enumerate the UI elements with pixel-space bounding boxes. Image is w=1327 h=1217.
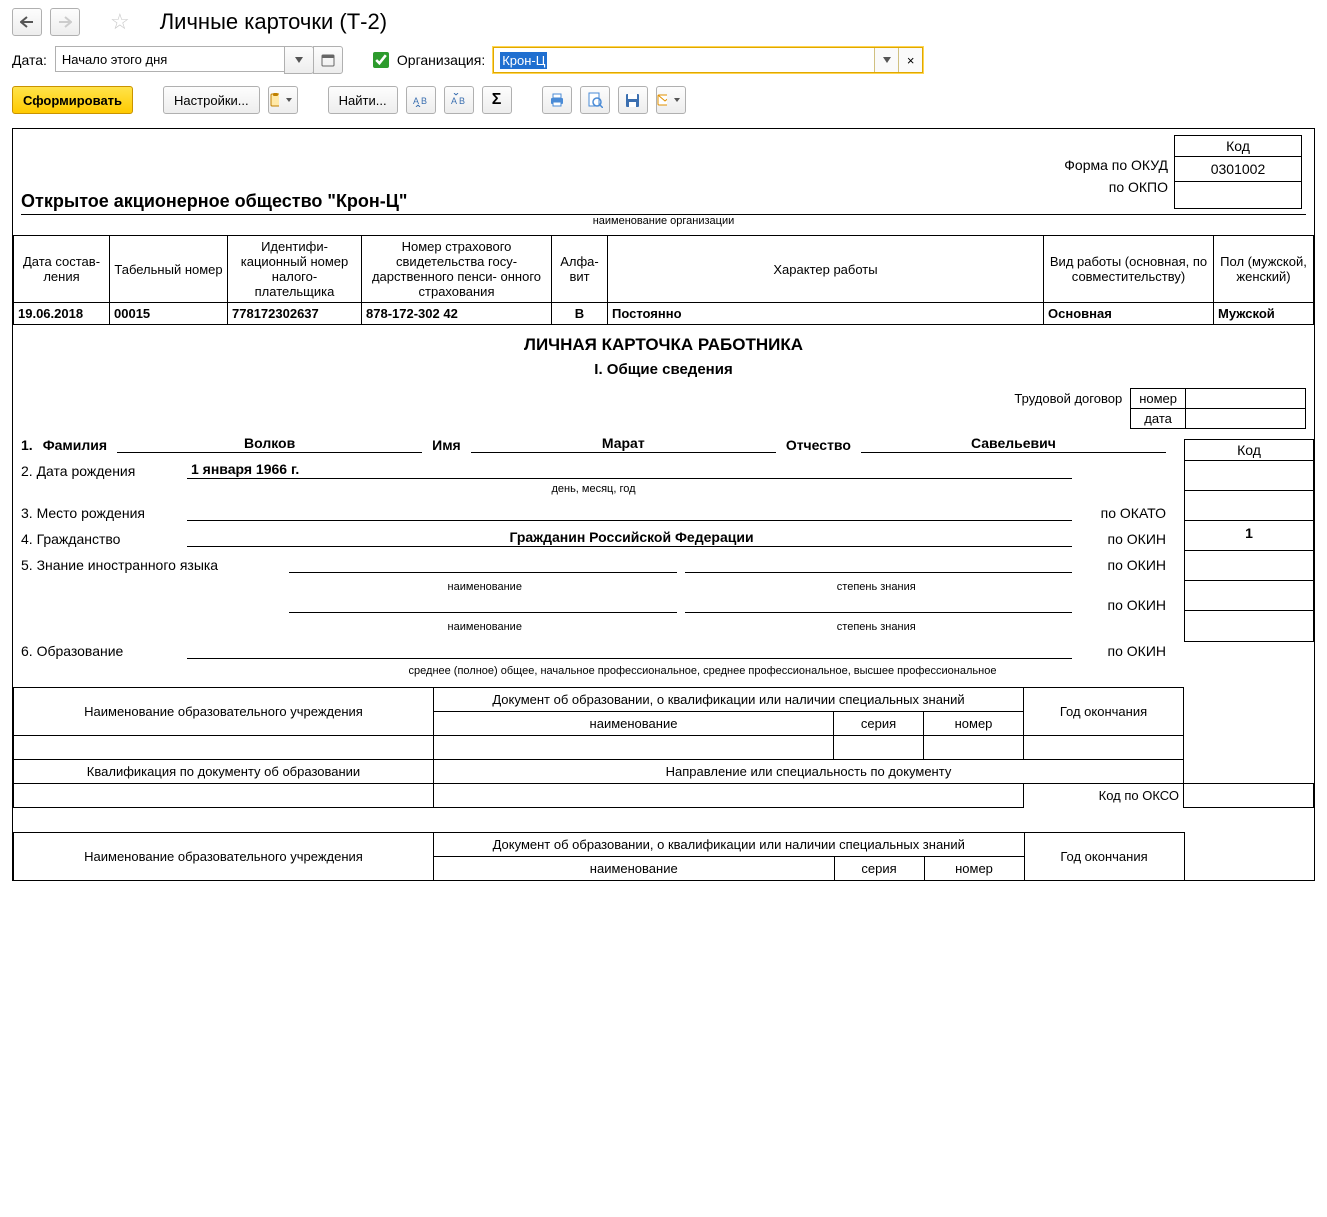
svg-text:B: B [421, 96, 427, 106]
expand-groups-button[interactable]: AB [444, 86, 474, 114]
forward-button[interactable] [50, 8, 80, 36]
contract-box: Трудовой договорномер дата [1006, 388, 1306, 429]
report-document: Открытое акционерное общество "Крон-Ц" Ф… [12, 128, 1315, 881]
date-input[interactable] [55, 46, 285, 72]
svg-text:A: A [413, 96, 419, 106]
generate-button[interactable]: Сформировать [12, 86, 133, 114]
date-select[interactable] [55, 46, 343, 74]
find-button[interactable]: Найти... [328, 86, 398, 114]
print-button[interactable] [542, 86, 572, 114]
favorite-icon[interactable]: ☆ [110, 9, 130, 35]
org-label: Организация: [397, 52, 485, 68]
code-header: Код [1175, 136, 1301, 157]
sum-button[interactable]: Σ [482, 86, 512, 114]
education-hint: среднее (полное) общее, начальное профес… [199, 665, 1206, 677]
okpo-label: по ОКПО [1064, 179, 1168, 195]
surname-label: Фамилия [43, 437, 107, 453]
education-table-2: Наименование образовательного учреждения… [13, 832, 1314, 881]
dob-label: 2. Дата рождения [21, 463, 179, 479]
patronymic-value: Савельевич [861, 435, 1166, 453]
dob-hint: день, месяц, год [21, 483, 1166, 495]
org-checkbox[interactable] [373, 52, 389, 68]
date-label: Дата: [12, 52, 47, 68]
org-full-name: Открытое акционерное общество "Крон-Ц" [21, 191, 1064, 212]
citizenship-label: 4. Гражданство [21, 531, 179, 547]
settings-button[interactable]: Настройки... [163, 86, 260, 114]
okin-citizenship-code: 1 [1185, 521, 1313, 551]
code-box: Код 0301002 [1174, 135, 1302, 209]
back-button[interactable] [12, 8, 42, 36]
okin-label-3: по ОКИН [1080, 597, 1166, 613]
send-button[interactable] [656, 86, 686, 114]
save-button[interactable] [618, 86, 648, 114]
summary-table: Дата состав- ленияТабельный номерИдентиф… [13, 235, 1314, 325]
okin-label-2: по ОКИН [1080, 557, 1166, 573]
code-side-box: Код 1 [1184, 439, 1314, 642]
section-title: I. Общие сведения [21, 361, 1306, 378]
okud-label: Форма по ОКУД [1064, 157, 1168, 173]
org-clear-button[interactable]: × [898, 48, 922, 72]
okpo-value [1175, 182, 1301, 208]
card-title: ЛИЧНАЯ КАРТОЧКА РАБОТНИКА [21, 335, 1306, 355]
birthplace-label: 3. Место рождения [21, 505, 179, 521]
date-dropdown-button[interactable] [284, 46, 314, 74]
surname-value: Волков [117, 435, 422, 453]
education-table-1: Наименование образовательного учреждения… [13, 687, 1314, 808]
education-label: 6. Образование [21, 643, 179, 659]
language-label: 5. Знание иностранного языка [21, 557, 281, 573]
org-hint: наименование организации [21, 215, 1306, 227]
name-label: Имя [432, 437, 461, 453]
preview-button[interactable] [580, 86, 610, 114]
org-select[interactable]: Крон-Ц × [493, 47, 923, 73]
okin-label-4: по ОКИН [1080, 643, 1166, 659]
clipboard-button[interactable] [268, 86, 298, 114]
date-calendar-button[interactable] [313, 46, 343, 74]
birthplace-value [187, 503, 1072, 521]
name-value: Марат [471, 435, 776, 453]
org-input[interactable]: Крон-Ц [500, 52, 547, 69]
patronymic-label: Отчество [786, 437, 851, 453]
okato-label: по ОКАТО [1080, 505, 1166, 521]
dob-value: 1 января 1966 г. [187, 461, 1072, 479]
collapse-groups-button[interactable]: AB [406, 86, 436, 114]
svg-text:A: A [451, 96, 457, 106]
okud-value: 0301002 [1175, 157, 1301, 182]
svg-text:B: B [459, 96, 465, 106]
okin-label-1: по ОКИН [1080, 531, 1166, 547]
org-dropdown-button[interactable] [874, 48, 898, 72]
citizenship-value: Гражданин Российской Федерации [187, 529, 1072, 547]
page-title: Личные карточки (Т-2) [160, 9, 387, 35]
